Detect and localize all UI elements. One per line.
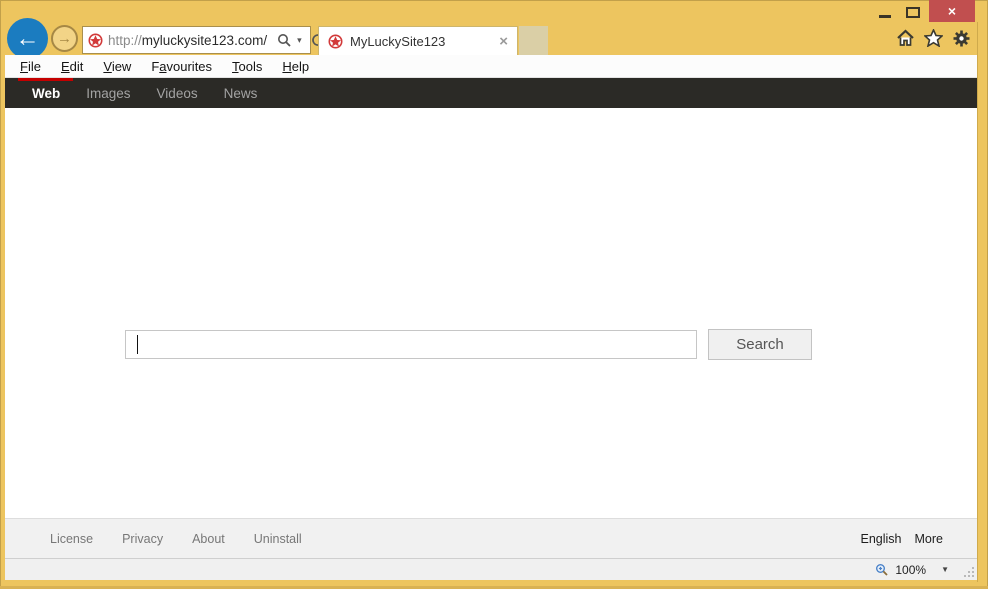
- close-button[interactable]: ×: [929, 0, 975, 22]
- address-search-button[interactable]: [277, 33, 292, 48]
- menu-item-favourites[interactable]: Favourites: [149, 59, 214, 74]
- new-tab-button[interactable]: [519, 26, 548, 55]
- address-bar[interactable]: http://myluckysite123.com/ ▾: [82, 26, 311, 54]
- language-selector[interactable]: English: [861, 532, 902, 546]
- zoom-dropdown-caret-icon[interactable]: ▼: [941, 565, 949, 574]
- footer-right: English More: [861, 532, 943, 546]
- tab-title: MyLuckySite123: [350, 34, 445, 49]
- footer-link-uninstall[interactable]: Uninstall: [254, 532, 302, 546]
- zoom-level[interactable]: 100%: [895, 563, 926, 577]
- star-icon: [924, 29, 943, 47]
- url-text: http://myluckysite123.com/: [108, 33, 267, 48]
- back-arrow-icon: ←: [16, 25, 40, 53]
- footer-links: License Privacy About Uninstall: [50, 532, 302, 546]
- window-edge-line: [977, 22, 978, 582]
- home-icon: [896, 29, 915, 47]
- minimize-button[interactable]: [874, 3, 896, 21]
- home-button[interactable]: [895, 28, 915, 48]
- menu-item-view[interactable]: View: [101, 59, 133, 74]
- content-area: Search: [5, 108, 977, 518]
- menu-item-edit[interactable]: Edit: [59, 59, 85, 74]
- resize-grip[interactable]: [972, 575, 974, 577]
- text-caret: [137, 335, 138, 354]
- nav-tab-videos[interactable]: Videos: [157, 86, 198, 101]
- red-underline-annotation: [18, 78, 73, 81]
- back-button[interactable]: ←: [7, 18, 48, 59]
- more-link[interactable]: More: [915, 532, 943, 546]
- page-footer: License Privacy About Uninstall English …: [5, 518, 977, 558]
- browser-tab[interactable]: MyLuckySite123 ×: [318, 26, 518, 55]
- footer-link-about[interactable]: About: [192, 532, 225, 546]
- footer-link-privacy[interactable]: Privacy: [122, 532, 163, 546]
- site-favicon-icon: [88, 33, 103, 48]
- browser-toolbar: [895, 28, 971, 48]
- url-scheme: http://: [108, 33, 142, 48]
- favorites-button[interactable]: [923, 28, 943, 48]
- search-dropdown-caret-icon[interactable]: ▾: [297, 35, 302, 46]
- footer-link-license[interactable]: License: [50, 532, 93, 546]
- maximize-button[interactable]: [901, 3, 925, 21]
- site-navbar: Web Images Videos News: [5, 78, 977, 108]
- search-input[interactable]: [125, 330, 697, 359]
- menu-bar: File Edit View Favourites Tools Help: [5, 55, 977, 78]
- tab-close-button[interactable]: ×: [499, 34, 508, 49]
- nav-tab-images[interactable]: Images: [86, 86, 130, 101]
- search-button[interactable]: Search: [708, 329, 812, 360]
- close-icon: ×: [948, 3, 956, 19]
- nav-tab-news[interactable]: News: [224, 86, 258, 101]
- browser-window: × ← → http://myluckysite123.com/ ▾: [0, 0, 988, 589]
- forward-arrow-icon: →: [57, 30, 72, 47]
- magnifier-icon: [277, 33, 292, 48]
- zoom-icon: [875, 563, 889, 577]
- gear-icon: [952, 29, 971, 48]
- menu-item-tools[interactable]: Tools: [230, 59, 264, 74]
- forward-button[interactable]: →: [51, 25, 78, 52]
- nav-tab-web[interactable]: Web: [32, 86, 60, 101]
- minimize-icon: [879, 15, 891, 18]
- status-bar: 100% ▼: [5, 558, 977, 580]
- menu-item-help[interactable]: Help: [280, 59, 311, 74]
- tab-favicon-icon: [328, 34, 343, 49]
- menu-item-file[interactable]: File: [18, 59, 43, 74]
- maximize-icon: [906, 7, 920, 18]
- url-host: myluckysite123.com/: [142, 33, 267, 48]
- settings-button[interactable]: [951, 28, 971, 48]
